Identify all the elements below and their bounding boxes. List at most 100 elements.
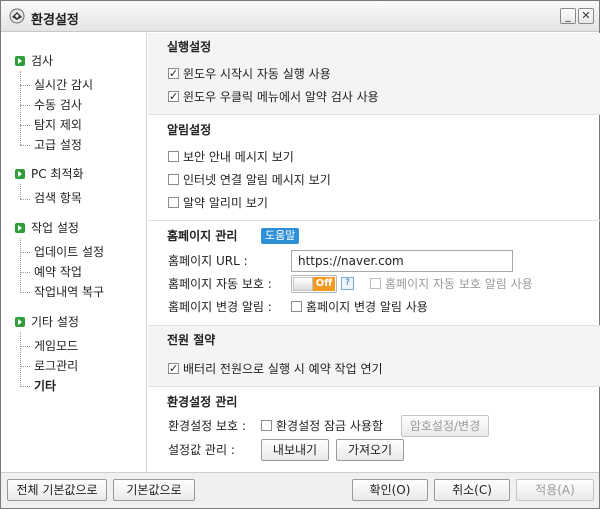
title-bar[interactable]: 환경설정 _ ✕: [1, 1, 599, 32]
tree-tick: [20, 292, 30, 293]
section-title: 전원 절약: [167, 333, 216, 347]
sidebar-item-scheduled[interactable]: 예약 작업: [34, 264, 82, 280]
notifier-option[interactable]: 알약 알리미 보기: [168, 195, 268, 211]
option-label: 윈도우 시작시 자동 실행 사용: [183, 67, 331, 81]
change-label: 홈페이지 변경 알림 :: [168, 300, 272, 314]
sidebar-section-pc-optimize[interactable]: PC 최적화: [15, 166, 84, 182]
sidebar-item-log[interactable]: 로그관리: [34, 358, 78, 374]
sidebar-item-gamemode[interactable]: 게임모드: [34, 338, 78, 354]
tree-line: [20, 238, 21, 293]
autostart-checkbox[interactable]: [168, 66, 179, 82]
sidebar-item-exclusion[interactable]: 탐지 제외: [34, 117, 82, 133]
option-label: 윈도우 우클릭 메뉴에서 알약 검사 사용: [183, 90, 379, 104]
sidebar: 검사 실시간 감시 수동 검사 탐지 제외 고급 설정 PC 최적화 검색 항목…: [1, 33, 147, 472]
sidebar-section-label: 작업 설정: [31, 221, 79, 235]
option-label: 홈페이지 자동 보호 알림 사용: [385, 277, 533, 291]
close-button[interactable]: ✕: [578, 8, 594, 24]
option-label: 홈페이지 변경 알림 사용: [306, 300, 428, 314]
internet-alert-checkbox[interactable]: [168, 174, 179, 185]
bullet-icon: [15, 169, 25, 179]
battery-checkbox[interactable]: [168, 361, 179, 377]
section-title: 알림설정: [167, 123, 212, 137]
homepage-protect-toggle[interactable]: Off: [291, 275, 337, 293]
option-label: 배터리 전원으로 실행 시 예약 작업 연기: [183, 362, 383, 376]
tree-tick: [20, 85, 30, 86]
help-question-icon[interactable]: ?: [341, 277, 354, 290]
app-logo-icon: [9, 8, 25, 24]
context-menu-option[interactable]: 윈도우 우클릭 메뉴에서 알약 검사 사용: [168, 89, 379, 105]
sidebar-section-label: 검사: [31, 54, 54, 68]
autostart-option[interactable]: 윈도우 시작시 자동 실행 사용: [168, 66, 331, 82]
tree-tick: [20, 199, 30, 200]
sidebar-item-advanced[interactable]: 고급 설정: [34, 137, 82, 153]
sidebar-item-restore[interactable]: 작업내역 복구: [34, 284, 104, 300]
divider: [148, 220, 600, 221]
change-alert-checkbox[interactable]: [291, 301, 302, 312]
config-lock-option[interactable]: 환경설정 잠금 사용함: [261, 418, 383, 434]
sidebar-section-label: 기타 설정: [31, 315, 79, 329]
cancel-button[interactable]: 취소(C): [434, 479, 510, 501]
reset-button[interactable]: 기본값으로: [113, 479, 195, 501]
export-button[interactable]: 내보내기: [261, 439, 329, 461]
change-alert-option[interactable]: 홈페이지 변경 알림 사용: [291, 299, 428, 315]
tree-line: [20, 184, 21, 199]
homepage-url-input[interactable]: https://naver.com: [291, 250, 513, 272]
bullet-icon: [15, 223, 25, 233]
password-button[interactable]: 암호설정/변경: [401, 415, 489, 437]
option-label: 알약 알리미 보기: [183, 196, 268, 210]
tree-line: [20, 71, 21, 145]
sidebar-section-scan[interactable]: 검사: [15, 53, 53, 69]
section-title: 환경설정 관리: [167, 395, 238, 409]
notifier-checkbox[interactable]: [168, 197, 179, 208]
context-menu-checkbox[interactable]: [168, 89, 179, 105]
main-panel: 실행설정 윈도우 시작시 자동 실행 사용 윈도우 우클릭 메뉴에서 알약 검사…: [148, 33, 600, 472]
tree-tick: [20, 145, 30, 146]
divider: [148, 386, 600, 387]
tree-tick: [20, 252, 30, 253]
tree-tick: [20, 105, 30, 106]
tree-tick: [20, 346, 30, 347]
sidebar-item-update[interactable]: 업데이트 설정: [34, 244, 104, 260]
tree-tick: [20, 366, 30, 367]
security-msg-checkbox[interactable]: [168, 151, 179, 162]
url-label: 홈페이지 URL :: [168, 254, 248, 268]
sidebar-item-realtime[interactable]: 실시간 감시: [34, 77, 93, 93]
bottom-bar: 전체 기본값으로 기본값으로 확인(O) 취소(C) 적용(A): [1, 472, 599, 508]
protect-label: 홈페이지 자동 보호 :: [168, 277, 272, 291]
divider: [148, 114, 600, 115]
sidebar-section-task[interactable]: 작업 설정: [15, 220, 79, 236]
power-section: [148, 326, 600, 386]
option-label: 보안 안내 메시지 보기: [183, 150, 294, 164]
tree-tick: [20, 125, 30, 126]
tree-tick: [20, 386, 30, 387]
sidebar-item-manual-scan[interactable]: 수동 검사: [34, 97, 82, 113]
section-title: 실행설정: [167, 40, 212, 54]
tree-tick: [20, 272, 30, 273]
bullet-icon: [15, 317, 25, 327]
section-title: 홈페이지 관리: [167, 229, 238, 243]
config-lock-checkbox[interactable]: [261, 420, 272, 431]
window-title: 환경설정: [31, 13, 79, 28]
import-button[interactable]: 가져오기: [336, 439, 404, 461]
internet-alert-option[interactable]: 인터넷 연결 알림 메시지 보기: [168, 172, 331, 188]
reset-all-button[interactable]: 전체 기본값으로: [7, 479, 107, 501]
battery-option[interactable]: 배터리 전원으로 실행 시 예약 작업 연기: [168, 361, 383, 377]
settings-window: 환경설정 _ ✕ 검사 실시간 감시 수동 검사 탐지 제외 고급 설정 PC …: [0, 0, 600, 509]
sidebar-item-etc[interactable]: 기타: [34, 378, 56, 394]
protect-alert-option[interactable]: 홈페이지 자동 보호 알림 사용: [370, 276, 533, 292]
minimize-button[interactable]: _: [560, 8, 576, 24]
sidebar-item-search-items[interactable]: 검색 항목: [34, 190, 82, 206]
sidebar-section-label: PC 최적화: [31, 167, 84, 181]
sidebar-section-etc[interactable]: 기타 설정: [15, 314, 79, 330]
toggle-state: Off: [313, 277, 335, 291]
toggle-knob: [293, 277, 313, 291]
security-msg-option[interactable]: 보안 안내 메시지 보기: [168, 149, 294, 165]
option-label: 환경설정 잠금 사용함: [276, 419, 383, 433]
protect-alert-checkbox[interactable]: [370, 278, 381, 289]
config-protect-label: 환경설정 보호 :: [168, 419, 246, 433]
ok-button[interactable]: 확인(O): [352, 479, 428, 501]
bullet-icon: [15, 56, 25, 66]
option-label: 인터넷 연결 알림 메시지 보기: [183, 173, 331, 187]
help-link[interactable]: 도움말: [261, 228, 300, 244]
apply-button[interactable]: 적용(A): [516, 479, 594, 501]
